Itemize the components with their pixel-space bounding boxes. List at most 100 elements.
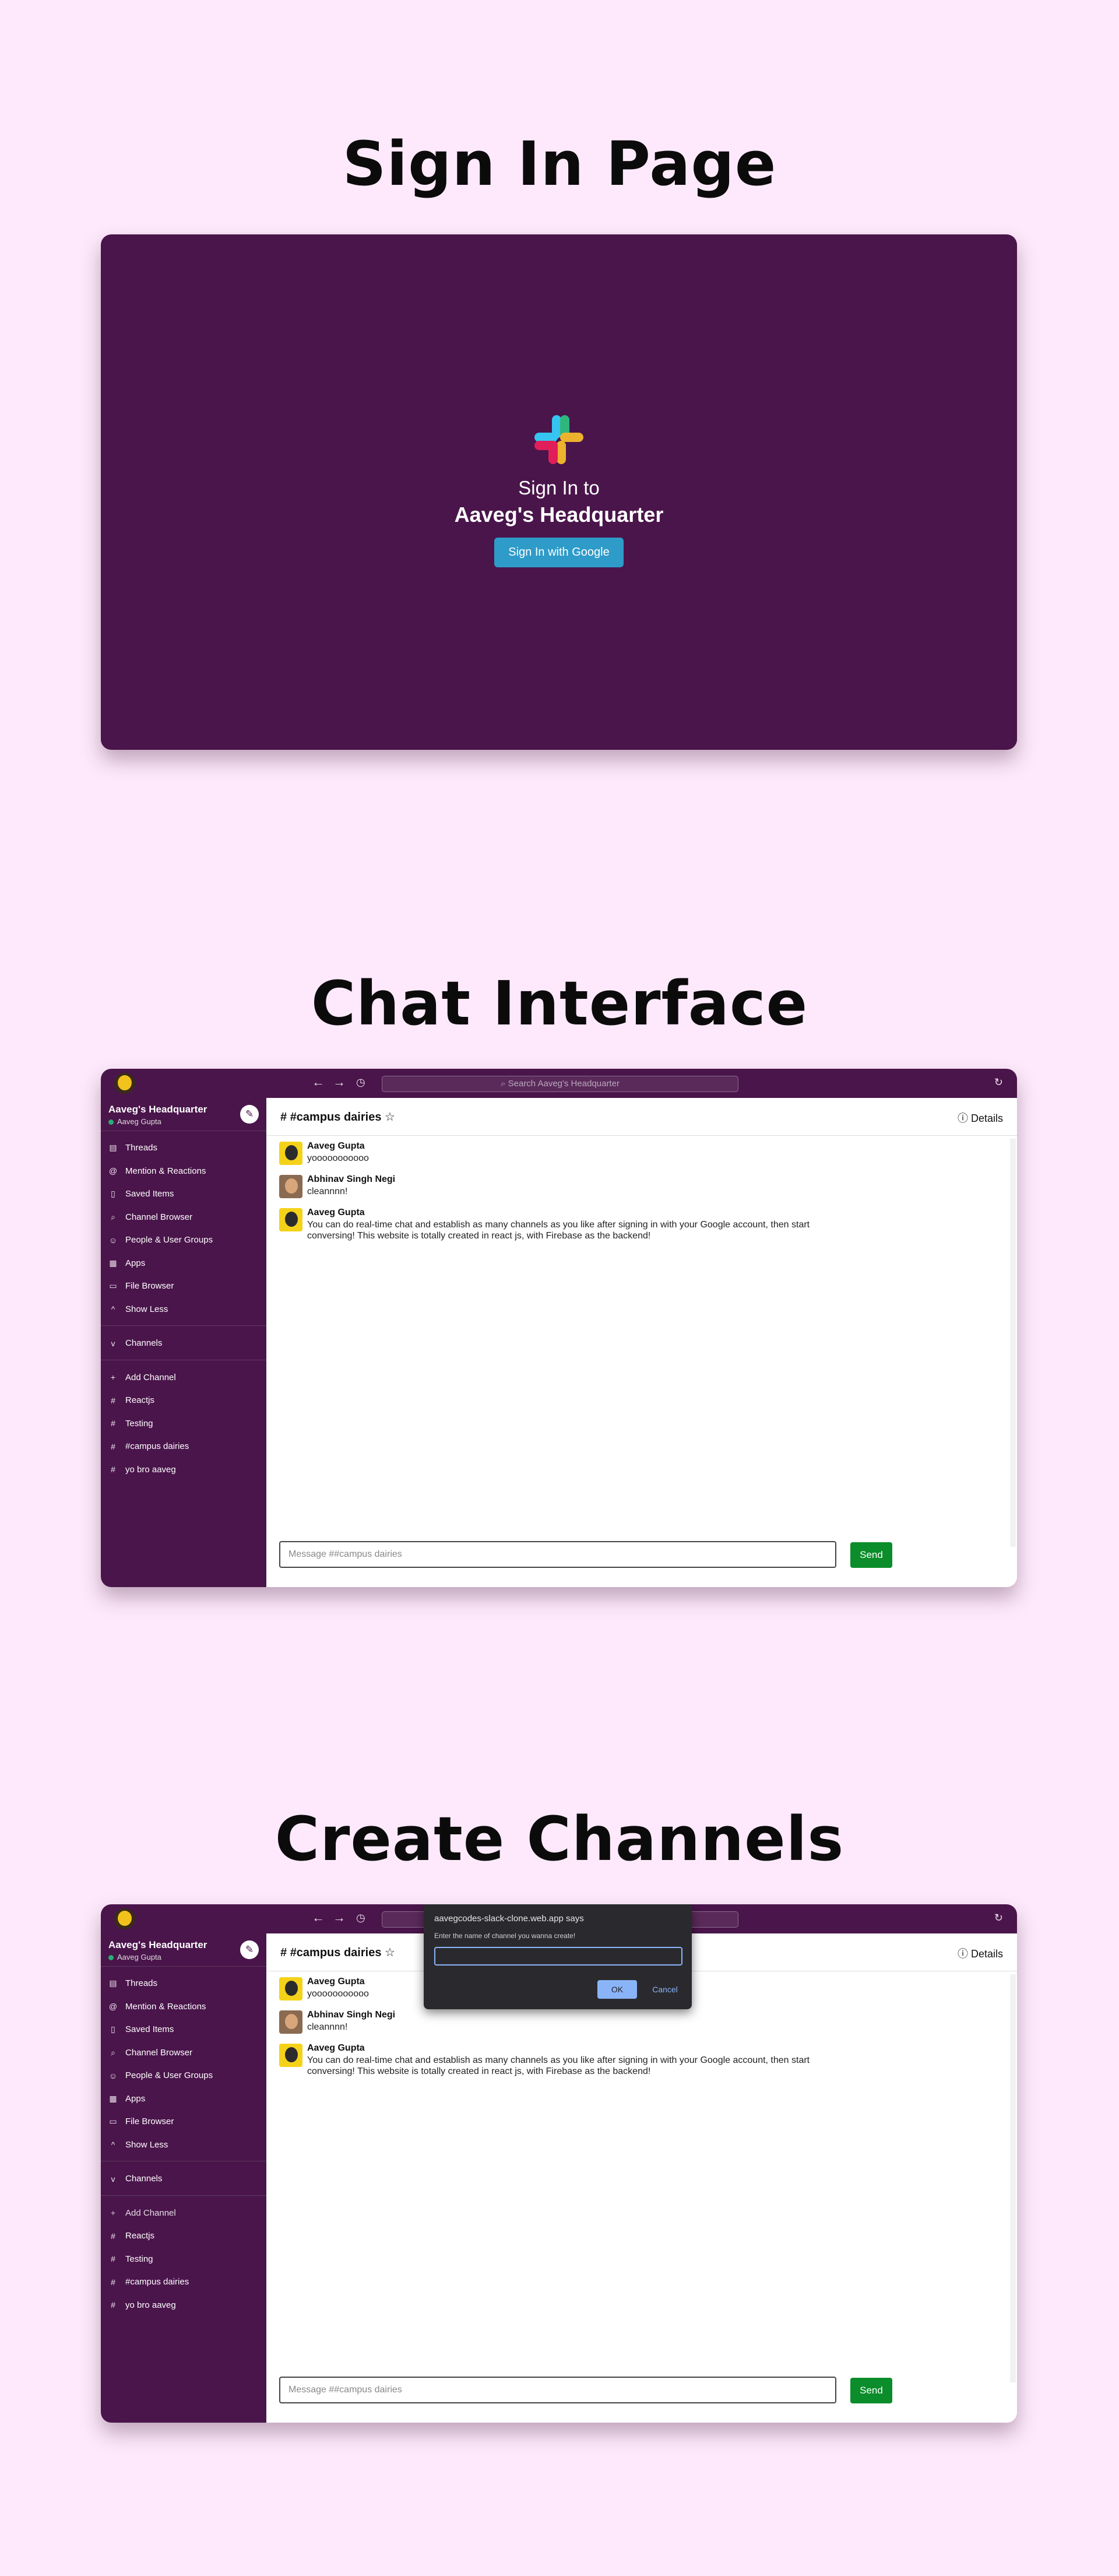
bookmark-icon: ▯ — [111, 2024, 115, 2034]
search-placeholder: Search Aaveg's Headquarter — [508, 1079, 620, 1089]
sidebar-item-label: Show Less — [125, 1304, 168, 1314]
message-item: Aaveg Gupta yooooooooooo — [279, 1141, 1002, 1174]
avatar — [279, 1208, 302, 1231]
sidebar-item-label: Channels — [125, 2174, 163, 2184]
search-input[interactable]: ⌕ Search Aaveg's Headquarter — [382, 1076, 738, 1092]
history-icon[interactable]: ◷ — [356, 1910, 365, 1925]
at-icon: @ — [108, 1166, 118, 1176]
sidebar-item-label: Apps — [125, 1258, 146, 1268]
sidebar-item-label: Threads — [125, 1143, 158, 1153]
message-text: You can do real-time chat and establish … — [307, 1220, 810, 1241]
file-icon: ▭ — [109, 1281, 117, 1291]
back-arrow-icon[interactable]: ← — [312, 1910, 325, 1925]
apps-icon: ▦ — [109, 1258, 117, 1268]
message-input[interactable]: Message ##campus dairies — [279, 2377, 836, 2403]
hash-icon: # — [111, 2254, 115, 2264]
sidebar-channel-yo-bro-aaveg[interactable]: # yo bro aaveg — [101, 2294, 266, 2317]
sidebar-item-mentions[interactable]: @ Mention & Reactions — [101, 1995, 266, 2019]
hash-icon: # — [111, 2277, 115, 2287]
sidebar-channel-reactjs[interactable]: # Reactjs — [101, 2224, 266, 2248]
info-icon: ⓘ — [957, 1948, 968, 1960]
forward-arrow-icon[interactable]: → — [333, 1075, 346, 1090]
details-button[interactable]: ⓘ Details — [958, 1110, 1003, 1125]
chevron-down-icon: v — [111, 2174, 115, 2184]
hash-icon: # — [111, 2300, 115, 2310]
channel-name-input[interactable] — [434, 1947, 682, 1966]
sidebar-channel-yo-bro-aaveg[interactable]: # yo bro aaveg — [101, 1458, 266, 1482]
compose-icon[interactable]: ✎ — [240, 1940, 259, 1959]
message-author: Aaveg Gupta — [307, 1208, 365, 1217]
signin-workspace-name: Aaveg's Headquarter — [454, 503, 664, 527]
forward-arrow-icon[interactable]: → — [333, 1910, 346, 1925]
message-input[interactable]: Message ##campus dairies — [279, 1541, 836, 1568]
sidebar: Aaveg's Headquarter Aaveg Gupta ✎ ▤ Threa… — [101, 1098, 266, 1587]
user-name: Aaveg Gupta — [117, 1117, 161, 1126]
sidebar-channel-reactjs[interactable]: # Reactjs — [101, 1389, 266, 1412]
sidebar-item-label: Threads — [125, 1978, 158, 1989]
google-signin-button[interactable]: Sign In with Google — [494, 538, 624, 567]
sidebar-item-file-browser[interactable]: ▭ File Browser — [101, 1275, 266, 1298]
channel-title-text: #campus dairies — [290, 1111, 382, 1124]
top-bar: ← → ◷ ⌕ Search Aaveg's Headquarter ↻ — [101, 1069, 1017, 1098]
channel-title-text: #campus dairies — [290, 1946, 382, 1959]
sidebar-item-label: Mention & Reactions — [125, 1166, 206, 1176]
history-icon[interactable]: ◷ — [356, 1075, 365, 1090]
sidebar-channel-testing[interactable]: # Testing — [101, 1412, 266, 1436]
sidebar-channel-campus-dairies[interactable]: # #campus dairies — [101, 2270, 266, 2294]
sidebar-item-threads[interactable]: ▤ Threads — [101, 1136, 266, 1160]
star-icon[interactable]: ☆ — [385, 1111, 395, 1124]
scrollbar[interactable] — [1010, 1974, 1016, 2382]
details-button[interactable]: ⓘ Details — [958, 1946, 1003, 1961]
sidebar-item-channel-browser[interactable]: ⌕ Channel Browser — [101, 1206, 266, 1229]
help-icon[interactable]: ↻ — [994, 1075, 1003, 1090]
sidebar-item-show-less[interactable]: ^ Show Less — [101, 2133, 266, 2157]
sidebar-add-channel[interactable]: + Add Channel — [101, 1366, 266, 1389]
avatar — [279, 1977, 302, 2001]
back-arrow-icon[interactable]: ← — [312, 1075, 325, 1090]
avatar — [279, 1175, 302, 1198]
sidebar-item-label: Channel Browser — [125, 2047, 193, 2058]
sidebar-channel-testing[interactable]: # Testing — [101, 2248, 266, 2271]
sidebar-item-saved[interactable]: ▯ Saved Items — [101, 1182, 266, 1206]
dialog-origin: aavegcodes-slack-clone.web.app says — [434, 1914, 584, 1924]
sidebar-item-label: Channels — [125, 1338, 163, 1349]
cancel-button[interactable]: Cancel — [644, 1980, 686, 1999]
sidebar-item-label: Testing — [125, 2254, 153, 2264]
sidebar-item-show-less[interactable]: ^ Show Less — [101, 1298, 266, 1321]
sidebar-item-threads[interactable]: ▤ Threads — [101, 1972, 266, 1995]
section-title-signin: Sign In Page — [342, 128, 777, 199]
sidebar-item-apps[interactable]: ▦ Apps — [101, 2087, 266, 2111]
help-icon[interactable]: ↻ — [994, 1910, 1003, 1925]
sidebar-divider — [101, 1325, 266, 1326]
sidebar-item-saved[interactable]: ▯ Saved Items — [101, 2018, 266, 2041]
sidebar-item-label: yo bro aaveg — [125, 2300, 176, 2310]
workspace-name: Aaveg's Headquarter — [108, 1104, 207, 1115]
scrollbar[interactable] — [1010, 1139, 1016, 1547]
sidebar-item-apps[interactable]: ▦ Apps — [101, 1252, 266, 1275]
compose-icon[interactable]: ✎ — [240, 1105, 259, 1124]
sidebar-channels-toggle[interactable]: v Channels — [101, 2167, 266, 2191]
sidebar-item-people[interactable]: ☺ People & User Groups — [101, 1229, 266, 1252]
workspace-header: Aaveg's Headquarter Aaveg Gupta ✎ — [101, 1933, 266, 1967]
channel-header: # #campus dairies ☆ ⓘ Details — [266, 1098, 1017, 1136]
sidebar-item-file-browser[interactable]: ▭ File Browser — [101, 2110, 266, 2133]
sidebar-item-label: Saved Items — [125, 2024, 174, 2035]
user-avatar[interactable] — [114, 1073, 135, 1094]
sidebar-item-people[interactable]: ☺ People & User Groups — [101, 2064, 266, 2087]
sidebar-add-channel[interactable]: + Add Channel — [101, 2202, 266, 2225]
sidebar-item-label: File Browser — [125, 2117, 174, 2127]
star-icon[interactable]: ☆ — [385, 1946, 395, 1959]
message-text: You can do real-time chat and establish … — [307, 2055, 810, 2076]
message-text: yooooooooooo — [307, 1153, 369, 1163]
sidebar-channel-campus-dairies[interactable]: # #campus dairies — [101, 1435, 266, 1458]
sidebar-channels-toggle[interactable]: v Channels — [101, 1332, 266, 1355]
bookmark-icon: ▯ — [111, 1189, 115, 1199]
send-button[interactable]: Send — [850, 1542, 892, 1568]
ok-button[interactable]: OK — [597, 1980, 637, 1999]
sidebar-item-channel-browser[interactable]: ⌕ Channel Browser — [101, 2041, 266, 2065]
sidebar-item-mentions[interactable]: @ Mention & Reactions — [101, 1160, 266, 1183]
user-avatar[interactable] — [114, 1908, 135, 1929]
chevron-up-icon: ^ — [111, 2140, 115, 2150]
send-button[interactable]: Send — [850, 2378, 892, 2403]
info-icon: ⓘ — [957, 1112, 968, 1124]
